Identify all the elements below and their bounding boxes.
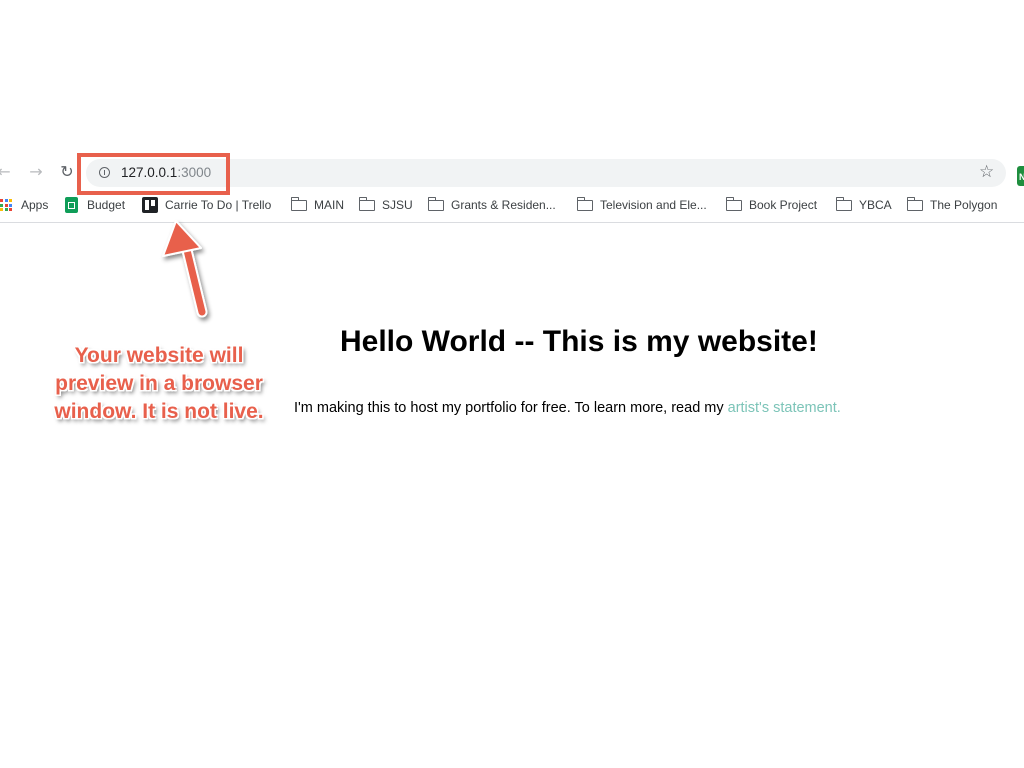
bookmark-label: Budget	[87, 198, 126, 212]
folder-icon	[835, 197, 852, 211]
annotation-line: Your website will	[74, 344, 244, 367]
bookmark-label: SJSU	[382, 198, 413, 212]
reload-icon[interactable]: ↻	[57, 162, 77, 182]
bookmark-label: The Polygon	[930, 198, 998, 212]
folder-icon	[576, 197, 593, 211]
back-arrow-icon[interactable]: ←	[0, 162, 14, 182]
page-heading: Hello World -- This is my website!	[340, 325, 818, 358]
annotation-callout: Your website will preview in a browser w…	[28, 342, 290, 426]
folder-icon	[290, 197, 307, 211]
folder-icon	[358, 197, 375, 211]
paragraph-text: I'm making this to host my portfolio for…	[294, 400, 728, 416]
bookmark-label: Book Project	[749, 198, 818, 212]
url-highlight-box	[77, 153, 230, 195]
bookmark-label: YBCA	[859, 198, 892, 212]
bookmarks-bar: Apps Budget Carrie To Do | Trello MAIN S…	[0, 194, 1024, 222]
forward-arrow-icon[interactable]: →	[26, 162, 46, 182]
folder-icon	[427, 197, 444, 211]
apps-grid-icon	[0, 199, 12, 211]
bookmark-label: Carrie To Do | Trello	[165, 198, 272, 212]
extension-icon[interactable]: N	[1017, 166, 1024, 186]
google-sheets-icon	[65, 197, 78, 213]
annotation-line: window. It is not live.	[54, 400, 264, 423]
bookmark-label: Television and Ele...	[600, 198, 707, 212]
bookmark-label: Grants & Residen...	[451, 198, 556, 212]
toolbar-divider	[0, 222, 1024, 223]
trello-icon	[142, 197, 158, 213]
bookmark-star-icon[interactable]: ☆	[979, 162, 994, 182]
bookmark-label: Apps	[21, 198, 49, 212]
page-paragraph: I'm making this to host my portfolio for…	[294, 400, 841, 416]
bookmark-label: MAIN	[314, 198, 344, 212]
folder-icon	[725, 197, 742, 211]
artist-statement-link[interactable]: artist's statement.	[728, 400, 841, 416]
annotation-line: preview in a browser	[55, 372, 263, 395]
folder-icon	[906, 197, 923, 211]
